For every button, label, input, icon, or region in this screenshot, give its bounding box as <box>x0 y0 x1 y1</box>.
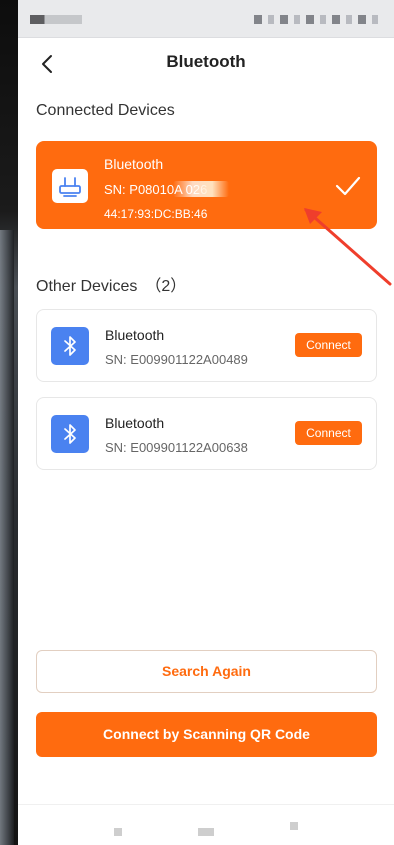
nav-back-icon[interactable] <box>290 822 298 830</box>
device-name: Bluetooth <box>105 327 165 343</box>
router-icon-tile <box>52 169 88 203</box>
other-devices-count: （2） <box>145 278 187 295</box>
device-sn: SN: E009901122A00638 <box>105 440 248 455</box>
connect-button[interactable]: Connect <box>295 333 362 357</box>
connect-button[interactable]: Connect <box>295 421 362 445</box>
connected-device-mac: 44:17:93:DC:BB:46 <box>104 207 208 221</box>
redaction-blur <box>173 181 229 197</box>
system-nav-bar <box>18 804 394 845</box>
device-name: Bluetooth <box>105 415 165 431</box>
nav-bar: Bluetooth <box>18 38 394 90</box>
other-devices-label: Other Devices <box>36 278 138 295</box>
connected-device-name: Bluetooth <box>104 156 164 172</box>
device-sn: SN: E009901122A00489 <box>105 352 248 367</box>
connected-device-card[interactable]: Bluetooth SN: P08010A 026 44:17:93:DC:BB… <box>36 141 377 229</box>
page-title: Bluetooth <box>166 52 246 71</box>
photo-edge-shadow <box>0 230 14 845</box>
nav-recents-icon[interactable] <box>114 828 122 836</box>
bluetooth-icon <box>64 424 76 444</box>
bluetooth-icon-tile <box>51 415 89 453</box>
scan-qr-connect-button[interactable]: Connect by Scanning QR Code <box>36 712 377 757</box>
search-again-button[interactable]: Search Again <box>36 650 377 693</box>
nav-home-icon[interactable] <box>198 828 214 836</box>
connected-devices-heading: Connected Devices <box>36 102 175 119</box>
router-icon <box>59 177 81 197</box>
other-devices-heading: Other Devices （2） <box>36 272 186 296</box>
check-icon <box>334 175 362 197</box>
status-bar <box>18 0 394 38</box>
device-card[interactable]: Bluetooth SN: E009901122A00489 Connect <box>36 309 377 382</box>
device-card[interactable]: Bluetooth SN: E009901122A00638 Connect <box>36 397 377 470</box>
status-left-blurred <box>30 15 82 24</box>
bluetooth-icon <box>64 336 76 356</box>
status-right-blurred <box>254 15 382 24</box>
bluetooth-icon-tile <box>51 327 89 365</box>
bluetooth-screen: Bluetooth Connected Devices Bluetooth SN… <box>18 38 394 845</box>
